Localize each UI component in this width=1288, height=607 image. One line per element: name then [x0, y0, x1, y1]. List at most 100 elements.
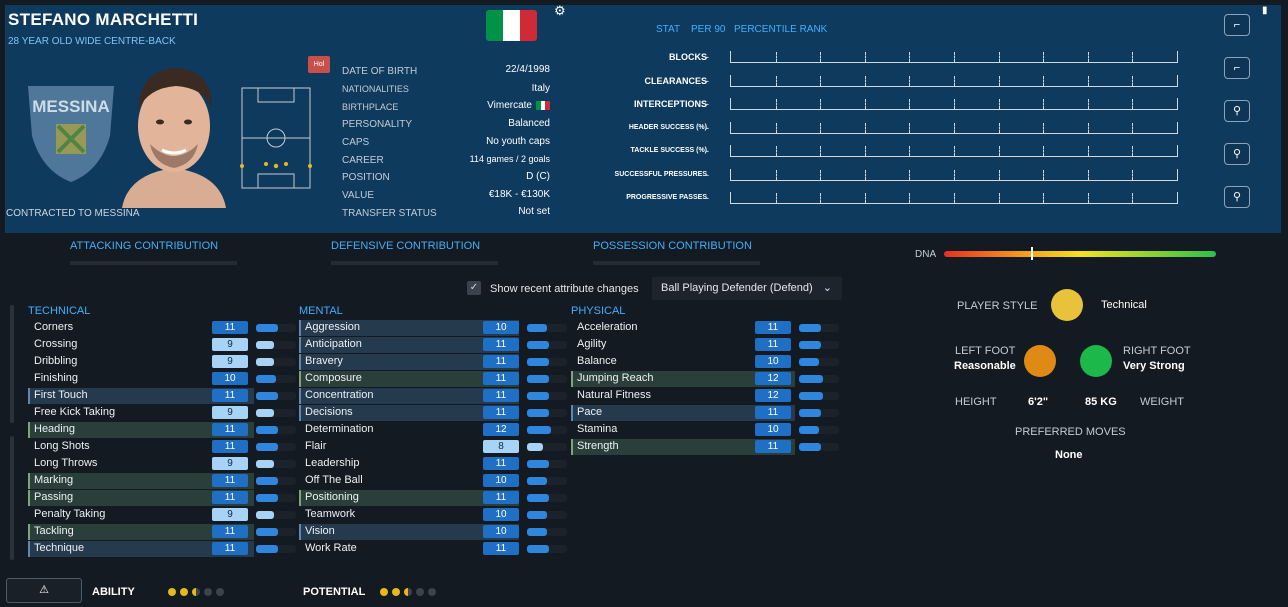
ability-star — [168, 588, 176, 596]
attribute-row[interactable]: Heading 11 — [28, 422, 296, 438]
attribute-name: Vision — [305, 525, 335, 537]
percentile-bar — [730, 98, 1178, 110]
bin-icon[interactable]: ▮ — [1262, 5, 1268, 16]
technical-scrollbar-top[interactable] — [10, 305, 14, 423]
stat-per90: - — [706, 169, 709, 180]
attribute-row[interactable]: Off The Ball 10 — [299, 473, 567, 489]
attribute-trend-bar — [527, 358, 549, 366]
attribute-value: 10 — [755, 355, 791, 368]
attribute-row[interactable]: Free Kick Taking 9 — [28, 405, 296, 421]
defensive-contribution-title[interactable]: DEFENSIVE CONTRIBUTION — [331, 240, 480, 252]
attribute-value: 11 — [212, 542, 248, 555]
percentile-tick — [864, 75, 866, 86]
show-changes-checkbox[interactable]: ✓ — [467, 281, 481, 295]
attribute-row[interactable]: Work Rate 11 — [299, 541, 567, 557]
attribute-row[interactable]: Teamwork 10 — [299, 507, 567, 523]
attribute-row[interactable]: Concentration 11 — [299, 388, 567, 404]
attribute-row[interactable]: Penalty Taking 9 — [28, 507, 296, 523]
attribute-trend-bar — [527, 443, 543, 451]
running-player-icon[interactable]: ⚲ — [1224, 100, 1250, 122]
potential-star — [392, 588, 400, 596]
attribute-row[interactable]: Finishing 10 — [28, 371, 296, 387]
running-player-icon-2[interactable]: ⚲ — [1224, 143, 1250, 165]
percentile-tick — [1087, 75, 1089, 86]
stat-row: TACKLE SUCCESS (%) - — [580, 141, 1180, 161]
attribute-row[interactable]: Stamina 10 — [571, 422, 839, 438]
attribute-trend-bar — [527, 528, 547, 536]
attribute-row[interactable]: Anticipation 11 — [299, 337, 567, 353]
attacking-contribution-title[interactable]: ATTACKING CONTRIBUTION — [70, 240, 218, 252]
percentile-tick — [1132, 169, 1134, 180]
role-select[interactable]: Ball Playing Defender (Defend) ⌄ — [652, 277, 842, 300]
attribute-row[interactable]: Aggression 10 — [299, 320, 567, 336]
attribute-row[interactable]: Long Throws 9 — [28, 456, 296, 472]
attribute-name: Stamina — [577, 423, 618, 435]
attribute-row[interactable]: Marking 11 — [28, 473, 296, 489]
percentile-bar — [730, 74, 1178, 87]
running-player-icon-3[interactable]: ⚲ — [1224, 186, 1250, 208]
attribute-row[interactable]: Positioning 11 — [299, 490, 567, 506]
attribute-row[interactable]: Composure 11 — [299, 371, 567, 387]
attribute-row[interactable]: Bravery 11 — [299, 354, 567, 370]
player-style-value: Technical — [1101, 299, 1147, 311]
mental-heading: MENTAL — [299, 305, 343, 317]
attribute-name: Jumping Reach — [577, 372, 654, 384]
attribute-value: 12 — [755, 389, 791, 402]
percentile-tick — [820, 169, 822, 180]
ability-view-button[interactable]: ⚠ — [6, 578, 82, 603]
info-label: NATIONALITIES — [342, 84, 409, 94]
attribute-name: Flair — [305, 440, 327, 452]
info-value-text: 114 games / 2 goals — [469, 154, 550, 164]
attribute-row[interactable]: Acceleration 11 — [571, 320, 839, 336]
attribute-row[interactable]: Agility 11 — [571, 337, 839, 353]
attribute-value: 9 — [212, 406, 248, 419]
attribute-name: Dribbling — [34, 355, 78, 367]
stat-row: SUCCESSFUL PRESSURES - — [580, 165, 1180, 185]
gear-icon[interactable]: ⚙ — [554, 3, 566, 19]
stat-label: TACKLE SUCCESS (%) — [630, 147, 707, 154]
attribute-row[interactable]: Jumping Reach 12 — [571, 371, 839, 387]
attribute-row[interactable]: Dribbling 9 — [28, 354, 296, 370]
attribute-row[interactable]: Pace 11 — [571, 405, 839, 421]
attribute-row[interactable]: Balance 10 — [571, 354, 839, 370]
attribute-value: 11 — [483, 372, 519, 385]
attribute-trend-bar — [799, 443, 821, 451]
left-foot-label: LEFT FOOT — [955, 345, 1016, 357]
attribute-name: Work Rate — [305, 542, 357, 554]
attacking-contribution-bar — [70, 261, 237, 265]
technical-scrollbar-bottom[interactable] — [10, 436, 14, 560]
attribute-row[interactable]: Decisions 11 — [299, 405, 567, 421]
attribute-row[interactable]: Corners 11 — [28, 320, 296, 336]
attribute-row[interactable]: Strength 11 — [571, 439, 839, 455]
attribute-row[interactable]: Crossing 9 — [28, 337, 296, 353]
height-value: 6'2" — [1028, 396, 1049, 408]
attribute-row[interactable]: Flair 8 — [299, 439, 567, 455]
attribute-name: Long Throws — [34, 457, 98, 469]
stat-row: CLEARANCES - — [580, 71, 1180, 91]
holiday-badge[interactable]: Hol — [308, 56, 330, 73]
info-label: DATE OF BIRTH — [342, 66, 418, 77]
attribute-row[interactable]: Passing 11 — [28, 490, 296, 506]
percentile-tick — [1087, 99, 1089, 109]
attribute-row[interactable]: Technique 11 — [28, 541, 296, 557]
attribute-row[interactable]: Vision 10 — [299, 524, 567, 540]
attribute-name: Finishing — [34, 372, 79, 384]
attribute-row[interactable]: Tackling 11 — [28, 524, 296, 540]
player-style-label: PLAYER STYLE — [957, 300, 1038, 312]
attribute-row[interactable]: Long Shots 11 — [28, 439, 296, 455]
slide-tackle-icon[interactable]: ⌐ — [1224, 57, 1250, 79]
possession-contribution-title[interactable]: POSSESSION CONTRIBUTION — [593, 240, 752, 252]
attribute-name: Balance — [577, 355, 617, 367]
attribute-value: 10 — [483, 474, 519, 487]
percentile-tick — [1043, 169, 1045, 180]
attribute-row[interactable]: Leadership 11 — [299, 456, 567, 472]
ability-star — [216, 588, 224, 596]
attribute-trend-bar — [256, 375, 276, 383]
tackle-icon[interactable]: ⌐ — [1224, 14, 1250, 36]
left-boot-icon — [1024, 345, 1056, 377]
attribute-row[interactable]: Natural Fitness 12 — [571, 388, 839, 404]
percentile-tick — [909, 122, 911, 133]
attribute-trend-bar — [256, 341, 274, 349]
attribute-row[interactable]: First Touch 11 — [28, 388, 296, 404]
attribute-row[interactable]: Determination 12 — [299, 422, 567, 438]
